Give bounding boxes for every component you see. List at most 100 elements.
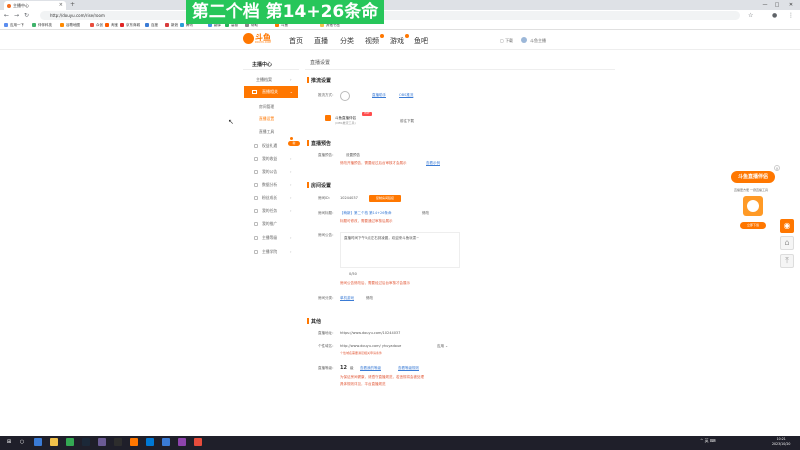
taskview-icon[interactable] bbox=[34, 438, 42, 446]
stream-radio[interactable] bbox=[340, 91, 350, 101]
nav-category[interactable]: 分类 bbox=[340, 36, 354, 46]
sidebar-item-promo[interactable]: 我的推广 bbox=[254, 221, 277, 227]
download-promo-widget[interactable]: 斗鱼直播伴侣 × 直播更方便 一键直播工具 立即下载 bbox=[726, 165, 780, 236]
mouse-cursor-icon: ↖ bbox=[228, 118, 234, 126]
forward-icon[interactable]: → bbox=[14, 11, 19, 20]
bookmark-item[interactable]: 应用一下 bbox=[4, 22, 24, 29]
douyu-favicon-icon bbox=[7, 4, 11, 8]
browser-tab[interactable]: 主播中心 × bbox=[4, 1, 66, 10]
obs-link[interactable]: OBS推流 bbox=[399, 93, 413, 98]
room-notice-label: 房间公告： bbox=[318, 233, 336, 237]
room-category-value[interactable]: 单机游戏 bbox=[340, 296, 354, 301]
nav-home[interactable]: 首页 bbox=[289, 36, 303, 46]
system-tray[interactable]: ^ 英 ⌨ bbox=[700, 438, 716, 444]
monitor-icon bbox=[252, 90, 257, 94]
star-icon[interactable]: ☆ bbox=[748, 11, 753, 20]
preview-value[interactable]: 设置预告 bbox=[346, 153, 360, 158]
back-icon[interactable]: ← bbox=[4, 11, 9, 20]
url-input[interactable]: http://douyu.com/rise/room bbox=[40, 11, 740, 20]
app-icon[interactable] bbox=[146, 438, 154, 446]
room-notice-value: 直播时间下午5点左右到凌晨，欢迎来斗鱼玩耍~ bbox=[344, 236, 420, 240]
steam-icon[interactable] bbox=[82, 438, 90, 446]
app-icon[interactable] bbox=[162, 438, 170, 446]
start-icon[interactable]: ⊞ bbox=[5, 438, 13, 446]
bookmark-item[interactable]: 新浪 bbox=[165, 22, 178, 29]
notification-dot bbox=[290, 137, 293, 140]
nav-games[interactable]: 游戏 bbox=[390, 34, 409, 46]
bookmark-item[interactable]: 淘宝 bbox=[105, 22, 118, 29]
nav-forum[interactable]: 鱼吧 bbox=[414, 36, 428, 46]
room-name-edit[interactable]: 修改 bbox=[422, 211, 429, 216]
bookmark-item[interactable]: 谷歌地图 bbox=[60, 22, 80, 29]
room-id-value: 10244037 bbox=[340, 196, 358, 200]
stream-title-overlay: 第二个档 第14+26条命 bbox=[186, 0, 384, 24]
douyu-logo[interactable]: 斗鱼 DOUYU.COM bbox=[243, 32, 277, 46]
bookmark-item[interactable]: 京东商城 bbox=[120, 22, 140, 29]
bookmark-item[interactable]: 伴伴科技 bbox=[32, 22, 52, 29]
tab-close-icon[interactable]: × bbox=[59, 1, 63, 10]
sidebar-item-level[interactable]: 主播等级 › bbox=[254, 235, 292, 241]
sidebar-item-fans[interactable]: 粉丝成长 › bbox=[254, 195, 292, 201]
section-title-other: 其他 bbox=[306, 318, 322, 325]
profile-icon[interactable]: ● bbox=[772, 11, 777, 20]
sidebar-active-label: 直播相关 bbox=[262, 89, 278, 94]
app-icon[interactable] bbox=[194, 438, 202, 446]
my-level-link[interactable]: 查看我的等级 bbox=[360, 366, 381, 371]
app-icon[interactable] bbox=[98, 438, 106, 446]
promo-close-icon[interactable]: × bbox=[774, 165, 780, 171]
nav-video[interactable]: 视频 bbox=[365, 34, 384, 46]
chart-icon bbox=[254, 183, 258, 187]
room-category-edit[interactable]: 修改 bbox=[366, 296, 373, 301]
bookmark-item[interactable]: 百度 bbox=[145, 22, 158, 29]
sidebar-item-notice[interactable]: 我的公告 › bbox=[254, 169, 292, 175]
home-side-icon[interactable]: ⌂ bbox=[780, 236, 794, 250]
sidebar-sub-room[interactable]: 房间管理 bbox=[259, 104, 274, 110]
bookmark-item[interactable]: 众创 bbox=[90, 22, 103, 29]
sidebar-item-academy[interactable]: 主播学院 › bbox=[254, 249, 292, 255]
chrome-icon[interactable] bbox=[66, 438, 74, 446]
obs-download-link[interactable]: 前往下载 bbox=[400, 119, 414, 124]
tab-live-settings[interactable]: 直播设置 bbox=[310, 59, 330, 66]
promo-download-button[interactable]: 立即下载 bbox=[740, 222, 766, 229]
avatar[interactable] bbox=[521, 37, 527, 43]
room-notice-warning: 房间公告修改后，需要经过后台审核才会展示 bbox=[340, 281, 410, 285]
sidebar-item-tasks[interactable]: 我的任务 › bbox=[254, 208, 292, 214]
logo-sub: DOUYU.COM bbox=[255, 41, 271, 44]
sidebar-item-data[interactable]: 数据分析 › bbox=[254, 182, 292, 188]
room-name-warning: 标题可修改，需要通过审核后展示 bbox=[340, 219, 393, 223]
terminal-icon[interactable] bbox=[114, 438, 122, 446]
maximize-icon[interactable]: □ bbox=[772, 0, 782, 10]
copy-room-link-button[interactable]: 复制房间链接 bbox=[369, 195, 401, 202]
window-close-icon[interactable]: ✕ bbox=[786, 0, 796, 10]
level-rule-link[interactable]: 查看等级规则 bbox=[398, 366, 419, 371]
explorer-icon[interactable] bbox=[50, 438, 58, 446]
live-assistant-link[interactable]: 直播助手 bbox=[372, 93, 386, 98]
bell-icon bbox=[254, 170, 258, 174]
back-to-top-icon[interactable]: ⤒ bbox=[780, 254, 794, 268]
personal-domain-label: 个性域名： bbox=[318, 344, 336, 348]
personal-domain-value[interactable]: http://www.douyu.com/ yhuyadoue bbox=[340, 344, 401, 348]
preview-example-link[interactable]: 查看示例 bbox=[426, 161, 440, 166]
username[interactable]: 斗鱼主播 bbox=[530, 38, 546, 44]
reload-icon[interactable]: ↻ bbox=[24, 11, 29, 20]
sidebar-sub-tools[interactable]: 直播工具 bbox=[259, 129, 274, 135]
sidebar-item-profile[interactable]: 主播档案 › bbox=[256, 77, 292, 83]
sidebar-sub-settings[interactable]: 直播设置 bbox=[259, 116, 274, 122]
sidebar-item-rights[interactable]: 权益礼遇 bbox=[254, 143, 277, 149]
download-link[interactable]: ▢ 下载 bbox=[500, 38, 513, 44]
douyu-app-icon[interactable] bbox=[130, 438, 138, 446]
clock[interactable]: 10:21 2023/10/20 bbox=[772, 437, 790, 447]
sidebar-item-live[interactable]: 直播相关 ⌄ bbox=[244, 86, 298, 98]
new-tab-button[interactable]: + bbox=[70, 1, 75, 8]
live-side-icon[interactable]: ◉ bbox=[780, 219, 794, 233]
sidebar-item-income[interactable]: 我的收益 › bbox=[254, 156, 292, 162]
menu-icon[interactable]: ⋮ bbox=[788, 11, 794, 20]
minimize-icon[interactable]: — bbox=[760, 0, 770, 10]
personal-domain-apply[interactable]: 应用 ⌄ bbox=[437, 344, 448, 349]
search-icon[interactable]: ○ bbox=[18, 438, 26, 446]
nav-live[interactable]: 直播 bbox=[314, 36, 328, 46]
users-icon bbox=[254, 196, 258, 200]
app-icon[interactable] bbox=[178, 438, 186, 446]
room-name-value[interactable]: 【萌新】第二个档 第14+26条命 bbox=[340, 211, 391, 216]
browser-tab-strip bbox=[0, 0, 800, 10]
